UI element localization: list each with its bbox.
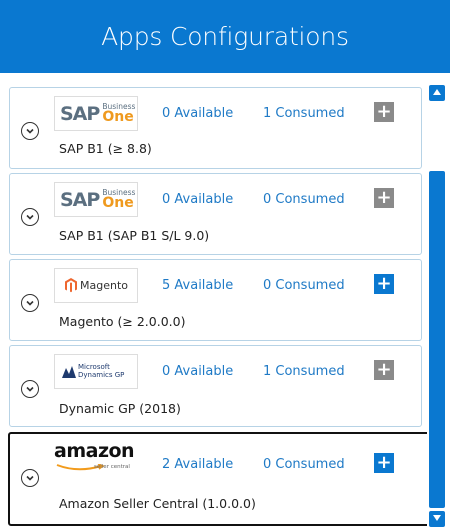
app-card-amazon[interactable]: amazon seller central 2 Available 0 Cons… bbox=[8, 432, 432, 526]
chevron-down-icon bbox=[26, 475, 34, 481]
consumed-count[interactable]: 0 Consumed bbox=[263, 457, 345, 472]
app-card-dynamics-gp[interactable]: Microsoft Dynamics GP 0 Available 1 Consu… bbox=[9, 345, 422, 427]
page-header: Apps Configurations bbox=[0, 0, 450, 73]
chevron-down-icon bbox=[26, 214, 34, 220]
add-button[interactable]: + bbox=[374, 360, 394, 380]
available-count[interactable]: 0 Available bbox=[162, 364, 233, 379]
caret-down-icon bbox=[433, 515, 441, 521]
magento-logo: Magento bbox=[54, 268, 138, 303]
app-card-sap-b1-sl[interactable]: SAP Business One 0 Available 0 Consumed +… bbox=[9, 173, 422, 255]
apps-list: SAP Business One 0 Available 1 Consumed +… bbox=[0, 73, 432, 529]
add-button[interactable]: + bbox=[374, 453, 394, 473]
app-name: Magento (≥ 2.0.0.0) bbox=[59, 314, 186, 329]
chevron-down-icon bbox=[26, 128, 34, 134]
amazon-logo: amazon seller central bbox=[54, 440, 135, 471]
scroll-up-button[interactable] bbox=[429, 85, 445, 101]
consumed-count[interactable]: 1 Consumed bbox=[263, 364, 345, 379]
expand-toggle[interactable] bbox=[21, 208, 39, 226]
add-button[interactable]: + bbox=[374, 188, 394, 208]
consumed-count[interactable]: 1 Consumed bbox=[263, 106, 345, 121]
app-name: Amazon Seller Central (1.0.0.0) bbox=[59, 496, 256, 511]
app-card-magento[interactable]: Magento 5 Available 0 Consumed + Magento… bbox=[9, 259, 422, 341]
app-name: Dynamic GP (2018) bbox=[59, 401, 181, 416]
consumed-count[interactable]: 0 Consumed bbox=[263, 192, 345, 207]
vertical-scrollbar[interactable] bbox=[427, 83, 447, 529]
chevron-down-icon bbox=[26, 386, 34, 392]
sap-business-one-logo: SAP Business One bbox=[54, 96, 138, 131]
scroll-down-button[interactable] bbox=[429, 511, 445, 527]
app-name: SAP B1 (≥ 8.8) bbox=[59, 141, 152, 156]
scroll-thumb[interactable] bbox=[429, 171, 445, 508]
available-count[interactable]: 2 Available bbox=[162, 457, 233, 472]
available-count[interactable]: 5 Available bbox=[162, 278, 233, 293]
app-card-sap-b1[interactable]: SAP Business One 0 Available 1 Consumed +… bbox=[9, 87, 422, 169]
app-name: SAP B1 (SAP B1 S/L 9.0) bbox=[59, 228, 210, 243]
expand-toggle[interactable] bbox=[21, 469, 39, 487]
dynamics-icon bbox=[62, 365, 76, 378]
microsoft-dynamics-gp-logo: Microsoft Dynamics GP bbox=[54, 354, 138, 389]
caret-up-icon bbox=[433, 89, 441, 95]
available-count[interactable]: 0 Available bbox=[162, 106, 233, 121]
available-count[interactable]: 0 Available bbox=[162, 192, 233, 207]
add-button[interactable]: + bbox=[374, 102, 394, 122]
chevron-down-icon bbox=[26, 300, 34, 306]
expand-toggle[interactable] bbox=[21, 380, 39, 398]
page-title: Apps Configurations bbox=[101, 22, 349, 51]
sap-business-one-logo: SAP Business One bbox=[54, 182, 138, 217]
expand-toggle[interactable] bbox=[21, 122, 39, 140]
magento-icon bbox=[65, 278, 77, 293]
expand-toggle[interactable] bbox=[21, 294, 39, 312]
add-button[interactable]: + bbox=[374, 274, 394, 294]
consumed-count[interactable]: 0 Consumed bbox=[263, 278, 345, 293]
